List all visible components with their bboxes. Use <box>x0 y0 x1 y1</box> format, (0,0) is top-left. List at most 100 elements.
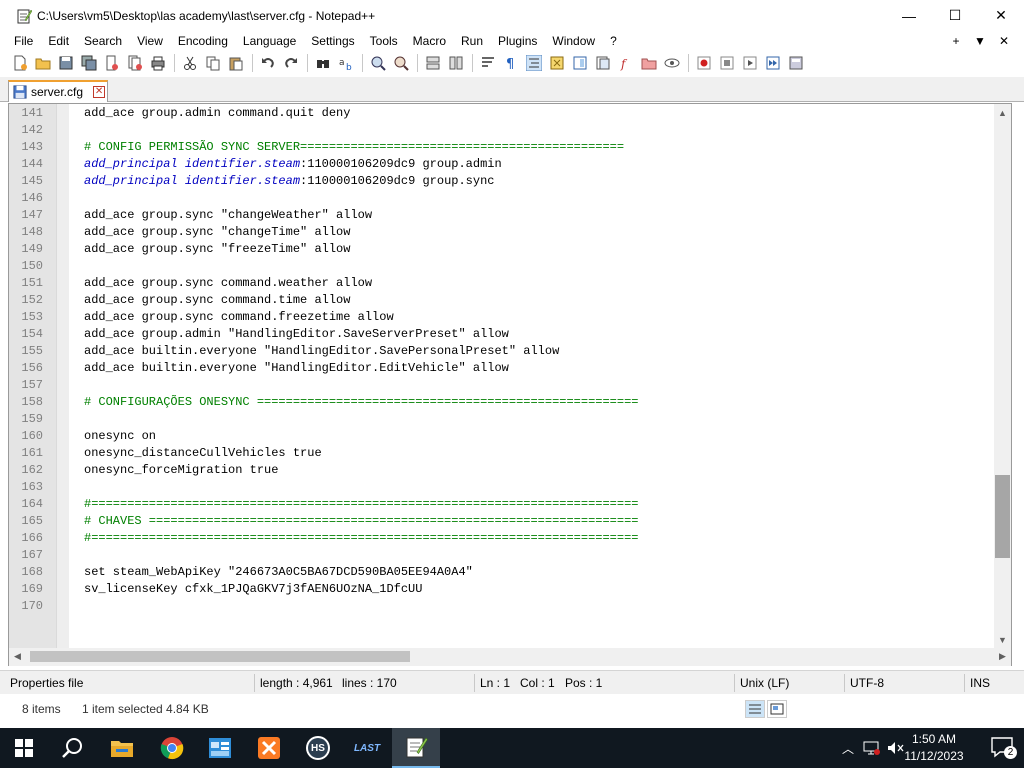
new-file-button[interactable] <box>10 53 30 73</box>
menu-edit[interactable]: Edit <box>40 31 76 51</box>
print-icon <box>151 56 165 71</box>
app-window-icon <box>209 738 231 758</box>
menu-language[interactable]: Language <box>235 31 303 51</box>
close-button[interactable]: ✕ <box>978 0 1024 31</box>
save-macro-button[interactable] <box>786 53 806 73</box>
new-tab-button[interactable]: + <box>944 34 968 48</box>
toolbar-separator <box>174 54 175 72</box>
plain-token: add_ace group.sync command.time allow <box>84 293 351 307</box>
menu-plugins[interactable]: Plugins <box>490 31 544 51</box>
show-all-chars-button[interactable]: ¶ <box>501 53 521 73</box>
menu-encoding[interactable]: Encoding <box>170 31 235 51</box>
clock[interactable]: 1:50 AM 11/12/2023 <box>892 731 976 765</box>
menu-right-controls: + ▼ ✕ <box>944 31 1016 51</box>
print-button[interactable] <box>148 53 168 73</box>
tab-server-cfg[interactable]: server.cfg ✕ <box>8 80 108 102</box>
scroll-down-icon[interactable]: ▼ <box>994 631 1011 648</box>
record-macro-button[interactable] <box>694 53 714 73</box>
menu-tools[interactable]: Tools <box>362 31 405 51</box>
run-macro-multiple-button[interactable] <box>763 53 783 73</box>
paste-button[interactable] <box>226 53 246 73</box>
plain-token: set steam_WebApiKey "246673A0C5BA67DCD59… <box>84 565 473 579</box>
indent-guide-button[interactable] <box>524 53 544 73</box>
line-number: 165 <box>21 514 43 528</box>
menu-file[interactable]: File <box>6 31 40 51</box>
stop-macro-button[interactable] <box>717 53 737 73</box>
scroll-up-icon[interactable]: ▲ <box>994 104 1011 121</box>
tiles-view-button[interactable] <box>767 700 787 718</box>
zoom-out-button[interactable] <box>391 53 411 73</box>
monitoring-button[interactable] <box>662 53 682 73</box>
code-editor[interactable]: 141 add_ace group.admin command.quit deny… <box>8 103 1012 649</box>
close-file-button[interactable] <box>102 53 122 73</box>
close-all-button[interactable] <box>125 53 145 73</box>
menu-macro[interactable]: Macro <box>405 31 453 51</box>
copy-icon <box>206 56 220 71</box>
taskbar-xampp[interactable] <box>245 728 293 768</box>
toolbar: ab ¶ f <box>0 51 1024 75</box>
replace-button[interactable]: ab <box>336 53 356 73</box>
menu-help[interactable]: ? <box>602 31 624 51</box>
status-divider <box>734 674 735 692</box>
taskbar-chrome[interactable] <box>148 728 196 768</box>
scroll-right-icon[interactable]: ▶ <box>994 648 1011 665</box>
search-button[interactable] <box>48 728 96 768</box>
play-macro-button[interactable] <box>740 53 760 73</box>
taskbar-app-window[interactable] <box>196 728 244 768</box>
comment-token: # CONFIGURAÇÕES ONESYNC ================… <box>84 395 639 409</box>
taskbar-notepad-plus-plus[interactable] <box>392 728 440 768</box>
tab-list-button[interactable]: ▼ <box>968 34 992 48</box>
line-code: # CONFIG PERMISSÃO SYNC SERVER==========… <box>84 139 624 156</box>
menu-run[interactable]: Run <box>453 31 490 51</box>
menu-view[interactable]: View <box>129 31 170 51</box>
undo-button[interactable] <box>258 53 278 73</box>
line-number: 157 <box>21 378 43 392</box>
sync-horizontal-button[interactable] <box>446 53 466 73</box>
doc-map-button[interactable] <box>570 53 590 73</box>
plain-token: add_ace group.sync "changeTime" allow <box>84 225 351 239</box>
save-all-button[interactable] <box>79 53 99 73</box>
menu-search[interactable]: Search <box>76 31 129 51</box>
taskbar-hs-app[interactable]: HS <box>294 728 342 768</box>
window-title: C:\Users\vm5\Desktop\las academy\last\se… <box>37 8 376 23</box>
paste-icon <box>229 57 243 71</box>
doc-list-button[interactable] <box>593 53 613 73</box>
copy-button[interactable] <box>203 53 223 73</box>
taskbar-last-app[interactable]: LAST <box>343 728 391 768</box>
function-list-button[interactable]: f <box>616 53 636 73</box>
line-number: 155 <box>21 344 43 358</box>
replace-icon: ab <box>339 58 352 71</box>
redo-button[interactable] <box>281 53 301 73</box>
menu-window[interactable]: Window <box>544 31 602 51</box>
scroll-left-icon[interactable]: ◀ <box>9 648 26 665</box>
status-divider <box>254 674 255 692</box>
vertical-scroll-thumb[interactable] <box>995 475 1010 558</box>
tab-close-icon[interactable]: ✕ <box>93 86 106 98</box>
vertical-scrollbar[interactable]: ▲ ▼ <box>994 104 1011 648</box>
file-explorer-icon <box>111 741 133 757</box>
chevron-up-icon[interactable]: ︿ <box>838 740 858 757</box>
notifications-button[interactable]: 2 <box>990 736 1017 760</box>
close-tab-button[interactable]: ✕ <box>992 34 1016 48</box>
menu-settings[interactable]: Settings <box>303 31 361 51</box>
save-button[interactable] <box>56 53 76 73</box>
horizontal-scrollbar[interactable]: ◀ ▶ <box>8 648 1012 666</box>
line-code: add_ace group.sync command.freezetime al… <box>84 309 394 326</box>
sync-vertical-button[interactable] <box>423 53 443 73</box>
taskbar-file-explorer[interactable] <box>98 728 146 768</box>
folder-workspace-button[interactable] <box>639 53 659 73</box>
zoom-in-button[interactable] <box>368 53 388 73</box>
network-icon[interactable] <box>862 740 880 756</box>
user-defined-lang-button[interactable] <box>547 53 567 73</box>
find-button[interactable] <box>313 53 333 73</box>
maximize-button[interactable]: ☐ <box>932 0 978 31</box>
svg-text:f: f <box>620 57 628 71</box>
horizontal-scroll-thumb[interactable] <box>30 651 410 662</box>
line-code: add_principal identifier.steam:110000106… <box>84 173 494 190</box>
word-wrap-button[interactable] <box>478 53 498 73</box>
start-button[interactable] <box>0 728 48 768</box>
minimize-button[interactable]: — <box>886 0 932 31</box>
details-view-button[interactable] <box>745 700 765 718</box>
open-file-button[interactable] <box>33 53 53 73</box>
cut-button[interactable] <box>180 53 200 73</box>
